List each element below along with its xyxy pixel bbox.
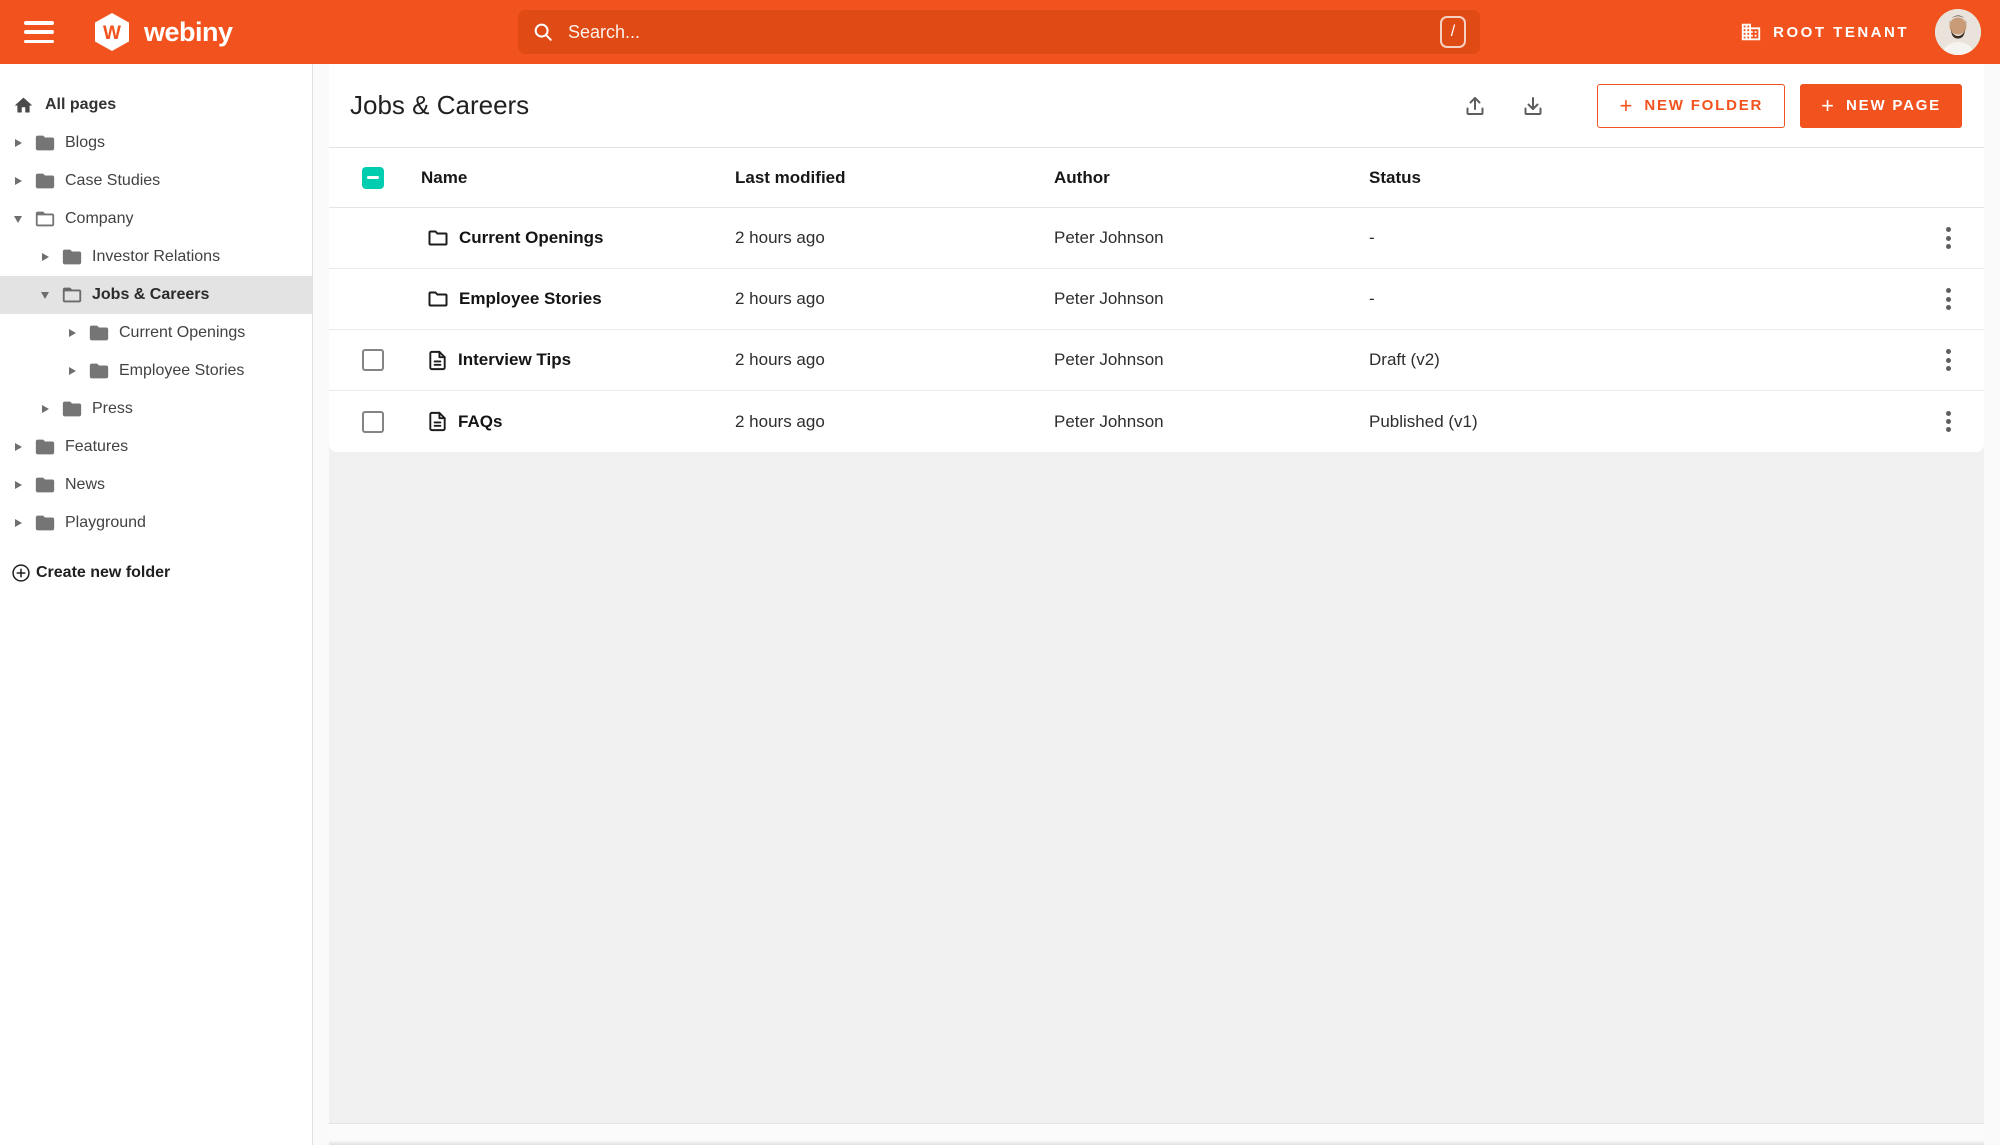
last-modified-value: 2 hours ago: [735, 411, 825, 431]
chevron-down-icon[interactable]: [12, 215, 24, 223]
folder-tree-sidebar: All pages Blogs Case Studies Company Inv…: [0, 64, 313, 1145]
folder-outline-icon: [428, 291, 448, 307]
export-button[interactable]: [1517, 90, 1549, 122]
sidebar-item-employee-stories[interactable]: Employee Stories: [0, 352, 312, 390]
page-document-icon: [429, 350, 446, 370]
folder-icon: [35, 173, 55, 189]
plus-icon: +: [1619, 92, 1633, 118]
chevron-right-icon[interactable]: [12, 519, 24, 527]
building-icon: [1742, 23, 1761, 41]
select-all-checkbox[interactable]: [362, 166, 384, 189]
hamburger-menu-icon[interactable]: [24, 21, 54, 43]
folder-icon: [62, 401, 82, 417]
status-value: Draft (v2): [1369, 350, 1440, 369]
sidebar-item-investor-relations[interactable]: Investor Relations: [0, 238, 312, 276]
sidebar-item-news[interactable]: News: [0, 466, 312, 504]
table-row-faqs[interactable]: FAQs 2 hours ago Peter Johnson Published…: [329, 391, 1984, 452]
author-value: Peter Johnson: [1054, 228, 1164, 247]
chevron-down-icon[interactable]: [39, 291, 51, 299]
last-modified-value: 2 hours ago: [735, 350, 825, 369]
chevron-right-icon[interactable]: [39, 253, 51, 261]
folder-icon: [89, 363, 109, 379]
tenant-label: ROOT TENANT: [1773, 23, 1909, 41]
row-checkbox[interactable]: [362, 410, 384, 433]
column-header-last-modified: Last modified: [735, 167, 846, 187]
content-header: Jobs & Careers + NEW FOLDER + NEW PAGE: [329, 64, 1984, 148]
table-header-row: Name Last modified Author Status: [329, 148, 1984, 208]
brand-wordmark: webiny: [144, 16, 233, 47]
row-actions-kebab-icon[interactable]: [1942, 405, 1955, 438]
svg-text:W: W: [103, 23, 121, 44]
webiny-hexagon-icon: W: [95, 13, 129, 51]
chevron-right-icon[interactable]: [66, 367, 78, 375]
page-title: Jobs & Careers: [350, 90, 530, 120]
table-row-interview-tips[interactable]: Interview Tips 2 hours ago Peter Johnson…: [329, 330, 1984, 391]
page-list-region: Name Last modified Author Status Current…: [329, 148, 1984, 1123]
sidebar-item-blogs[interactable]: Blogs: [0, 124, 312, 162]
folder-icon: [35, 439, 55, 455]
new-page-button[interactable]: + NEW PAGE: [1800, 83, 1962, 128]
column-header-author: Author: [1054, 167, 1110, 187]
sidebar-item-press[interactable]: Press: [0, 390, 312, 428]
status-value: Published (v1): [1369, 411, 1478, 431]
folder-open-icon: [35, 211, 55, 227]
sidebar-item-current-openings[interactable]: Current Openings: [0, 314, 312, 352]
sidebar-item-features[interactable]: Features: [0, 428, 312, 466]
search-icon: [534, 23, 552, 41]
new-folder-button[interactable]: + NEW FOLDER: [1597, 83, 1786, 128]
upload-icon: [1466, 96, 1484, 115]
column-header-status: Status: [1369, 167, 1421, 187]
import-button[interactable]: [1459, 90, 1491, 122]
download-icon: [1524, 96, 1542, 115]
chevron-right-icon[interactable]: [66, 329, 78, 337]
home-icon: [14, 97, 33, 112]
folder-icon: [35, 135, 55, 151]
folder-outline-icon: [428, 230, 448, 246]
tenant-selector[interactable]: ROOT TENANT: [1740, 21, 1909, 43]
main-content: Jobs & Careers + NEW FOLDER + NEW PAGE N…: [329, 64, 1984, 1145]
create-new-folder-button[interactable]: Create new folder: [0, 556, 312, 590]
circle-plus-icon: [12, 564, 30, 582]
slash-shortcut-badge: /: [1440, 16, 1466, 48]
sidebar-item-all-pages[interactable]: All pages: [0, 86, 312, 124]
folder-icon: [89, 325, 109, 341]
column-header-name: Name: [421, 167, 468, 187]
avatar[interactable]: [1935, 9, 1981, 55]
sidebar-item-company[interactable]: Company: [0, 200, 312, 238]
plus-icon: +: [1821, 92, 1835, 118]
top-app-bar: W webiny / ROOT TENANT: [0, 0, 2000, 64]
last-modified-value: 2 hours ago: [735, 228, 825, 247]
search-input[interactable]: [568, 21, 1440, 43]
folder-icon: [35, 515, 55, 531]
row-actions-kebab-icon[interactable]: [1942, 222, 1955, 255]
page-document-icon: [429, 411, 446, 432]
table-row-employee-stories[interactable]: Employee Stories 2 hours ago Peter Johns…: [329, 269, 1984, 330]
last-modified-value: 2 hours ago: [735, 289, 825, 308]
row-checkbox[interactable]: [362, 349, 384, 371]
author-value: Peter Johnson: [1054, 350, 1164, 369]
chevron-right-icon[interactable]: [12, 481, 24, 489]
folder-icon: [35, 477, 55, 493]
row-actions-kebab-icon[interactable]: [1942, 283, 1955, 316]
chevron-right-icon[interactable]: [12, 443, 24, 451]
sidebar-item-playground[interactable]: Playground: [0, 504, 312, 542]
sidebar-item-jobs-careers[interactable]: Jobs & Careers: [0, 276, 312, 314]
chevron-right-icon[interactable]: [12, 139, 24, 147]
pages-table: Name Last modified Author Status Current…: [329, 148, 1984, 452]
folder-icon: [62, 249, 82, 265]
table-row-current-openings[interactable]: Current Openings 2 hours ago Peter Johns…: [329, 208, 1984, 269]
footer-strip: [329, 1123, 1984, 1145]
chevron-right-icon[interactable]: [12, 177, 24, 185]
search-bar[interactable]: /: [518, 10, 1480, 54]
chevron-right-icon[interactable]: [39, 405, 51, 413]
row-actions-kebab-icon[interactable]: [1942, 344, 1955, 377]
folder-open-icon: [62, 287, 82, 303]
sidebar-item-case-studies[interactable]: Case Studies: [0, 162, 312, 200]
author-value: Peter Johnson: [1054, 411, 1164, 431]
status-value: -: [1369, 228, 1375, 247]
webiny-logo[interactable]: W webiny: [92, 12, 233, 52]
status-value: -: [1369, 289, 1375, 308]
author-value: Peter Johnson: [1054, 289, 1164, 308]
